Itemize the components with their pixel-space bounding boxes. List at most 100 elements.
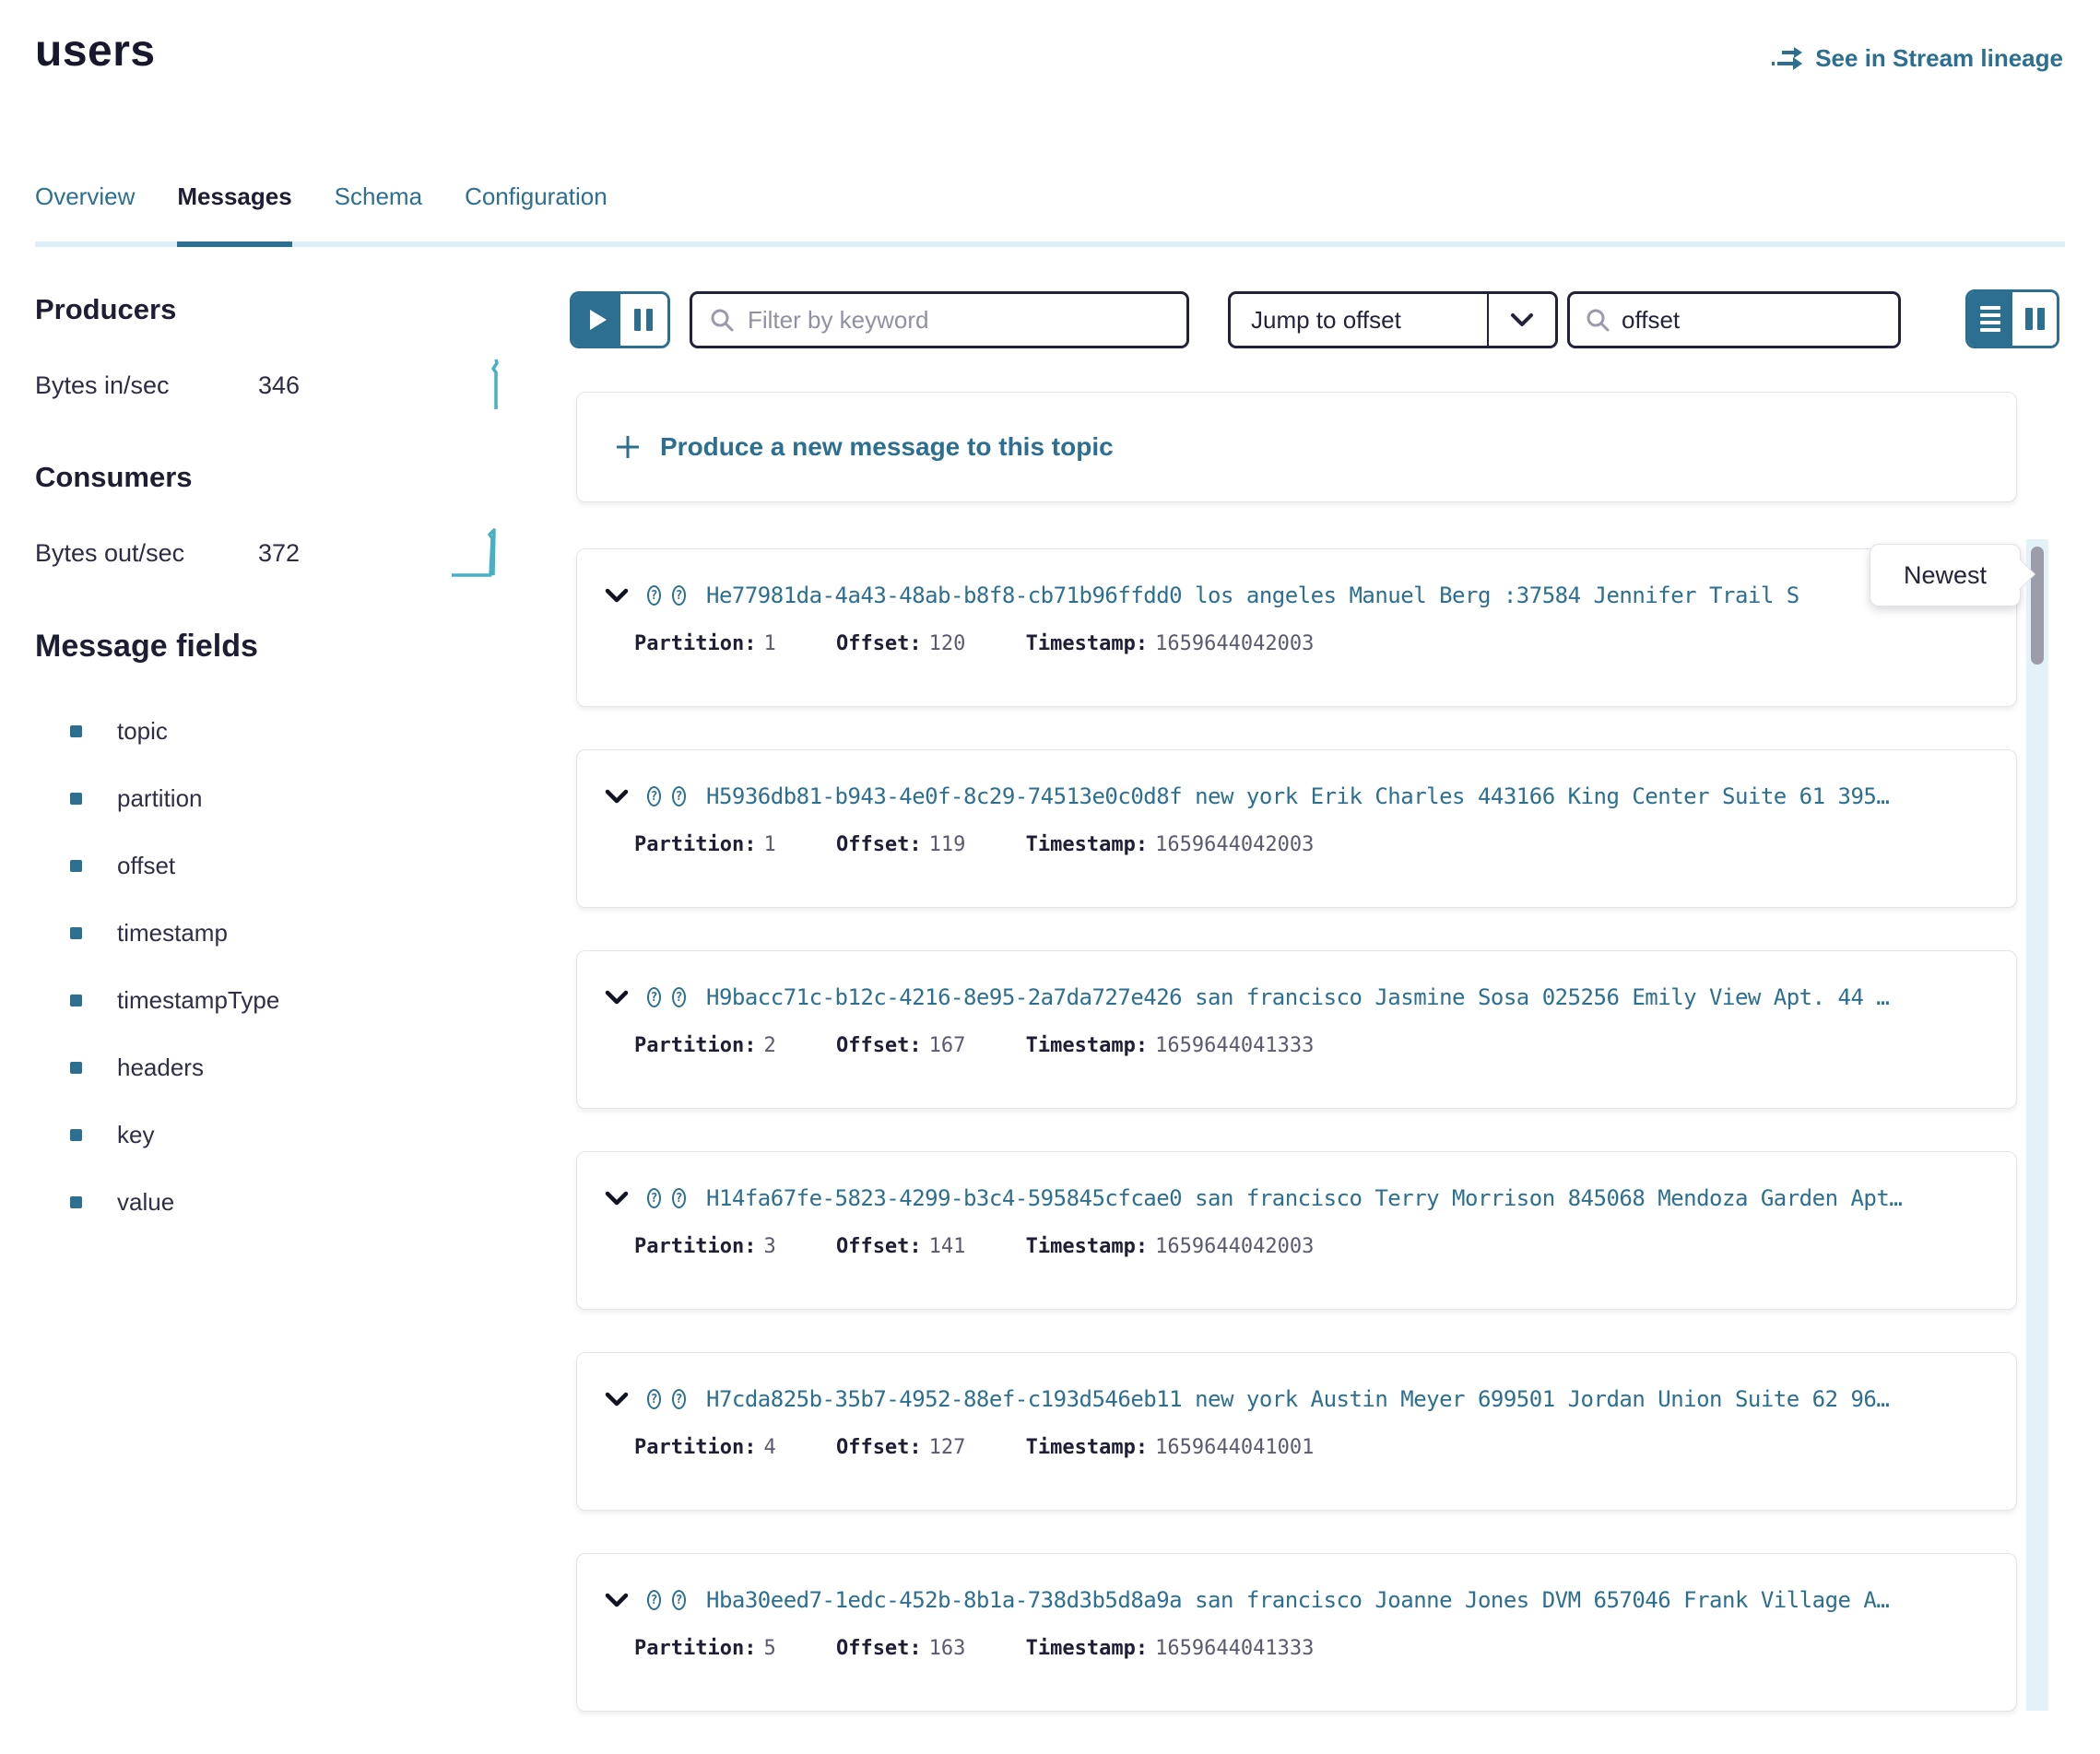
field-item-offset[interactable]: offset [35,832,533,900]
chevron-down-icon[interactable] [605,1593,629,1607]
consumers-heading: Consumers [35,461,533,494]
chevron-down-icon[interactable] [605,1392,629,1407]
field-item-partition[interactable]: partition [35,765,533,832]
messages-panel: Jump to offset [576,288,2017,1754]
field-label: topic [117,717,168,746]
tab-schema[interactable]: Schema [335,182,422,247]
field-item-key[interactable]: key [35,1101,533,1169]
consumers-metric-row: Bytes out/sec 372 [35,525,533,581]
chevron-down-icon[interactable] [605,1191,629,1206]
field-item-topic[interactable]: topic [35,698,533,765]
field-item-timestamp[interactable]: timestamp [35,900,533,967]
message-value-preview: H7cda825b-35b7-4952-88ef-c193d546eb11 ne… [706,1386,1889,1412]
unknown-char-icon: ? [647,987,661,1007]
sidebar: Producers Bytes in/sec 346 Consumers Byt… [35,293,533,1236]
column-view-icon [2037,308,2045,330]
partition-label: Partition: [634,1034,756,1057]
tab-configuration[interactable]: Configuration [465,182,608,247]
timestamp-value: 1659644042003 [1155,1235,1314,1258]
offset-value: 163 [929,1637,966,1660]
scrollbar-thumb[interactable] [2031,547,2044,665]
message-fields-heading: Message fields [35,629,533,665]
partition-value: 5 [763,1637,775,1660]
bytes-out-label: Bytes out/sec [35,539,258,568]
partition-label: Partition: [634,833,756,856]
partition-label: Partition: [634,1436,756,1459]
produce-message-label: Produce a new message to this topic [660,432,1114,462]
partition-value: 2 [763,1034,775,1057]
field-item-timestampType[interactable]: timestampType [35,967,533,1034]
messages-toolbar: Jump to offset [576,288,2017,347]
chevron-down-icon[interactable] [605,588,629,603]
unknown-char-icon: ? [672,1590,686,1610]
chevron-down-icon[interactable] [605,789,629,804]
timestamp-label: Timestamp: [1026,1637,1148,1660]
field-label: timestamp [117,919,228,948]
offset-label: Offset: [836,632,922,655]
column-view-button[interactable] [2012,292,2057,346]
filter-keyword-input[interactable] [748,306,1170,335]
message-card[interactable]: ? ? He77981da-4a43-48ab-b8f8-cb71b96ffdd… [576,548,2017,707]
message-value-preview: H5936db81-b943-4e0f-8c29-74513e0c0d8f ne… [706,783,1889,809]
message-card[interactable]: ? ? H7cda825b-35b7-4952-88ef-c193d546eb1… [576,1352,2017,1511]
jump-to-offset-select[interactable]: Jump to offset [1228,291,1558,348]
produce-message-button[interactable]: Produce a new message to this topic [576,392,2017,502]
chevron-down-icon[interactable] [605,990,629,1005]
unknown-char-icon: ? [647,1590,661,1610]
partition-value: 1 [763,632,775,655]
message-card[interactable]: ? ? H5936db81-b943-4e0f-8c29-74513e0c0d8… [576,749,2017,908]
message-meta: Partition:1 Offset:120 Timestamp:1659644… [634,632,1988,655]
timestamp-label: Timestamp: [1026,632,1148,655]
bullet-icon [70,1196,82,1208]
field-item-value[interactable]: value [35,1169,533,1236]
offset-label: Offset: [836,1235,922,1258]
pause-icon [646,309,653,331]
field-item-headers[interactable]: headers [35,1034,533,1101]
partition-label: Partition: [634,632,756,655]
partition-value: 4 [763,1436,775,1459]
bytes-out-value: 372 [258,539,406,568]
offset-search-wrapper [1567,291,1901,348]
stream-lineage-link[interactable]: See in Stream lineage [1771,44,2063,73]
message-card[interactable]: ? ? Hba30eed7-1edc-452b-8b1a-738d3b5d8a9… [576,1553,2017,1712]
search-icon [1585,307,1610,333]
offset-value: 119 [929,833,966,856]
list-view-icon [1980,313,2000,317]
column-view-icon [2025,308,2033,330]
tab-bar: Overview Messages Schema Configuration [35,182,2065,247]
message-list: ? ? He77981da-4a43-48ab-b8f8-cb71b96ffdd… [576,548,2017,1712]
message-value-preview: H9bacc71c-b12c-4216-8e95-2a7da727e426 sa… [706,984,1889,1010]
bytes-in-label: Bytes in/sec [35,371,258,400]
bytes-in-value: 346 [258,371,406,400]
play-button[interactable] [572,294,620,346]
newest-tooltip-label: Newest [1904,561,1987,590]
timestamp-label: Timestamp: [1026,1436,1148,1459]
newest-tooltip: Newest [1870,544,2021,606]
tab-overview[interactable]: Overview [35,182,135,247]
tab-messages[interactable]: Messages [177,182,291,247]
message-card[interactable]: ? ? H14fa67fe-5823-4299-b3c4-595845cfcae… [576,1151,2017,1310]
message-card[interactable]: ? ? H9bacc71c-b12c-4216-8e95-2a7da727e42… [576,950,2017,1109]
bullet-icon [70,927,82,939]
partition-label: Partition: [634,1235,756,1258]
play-icon [590,310,607,330]
unknown-char-icon: ? [647,786,661,806]
partition-label: Partition: [634,1637,756,1660]
timestamp-label: Timestamp: [1026,833,1148,856]
list-view-icon [1980,328,2000,332]
message-meta: Partition:1 Offset:119 Timestamp:1659644… [634,833,1988,856]
pause-icon [634,309,641,331]
pause-button[interactable] [620,294,668,346]
scrollbar-track[interactable] [2026,539,2048,1711]
producers-heading: Producers [35,293,533,326]
list-view-button[interactable] [1968,292,2012,346]
filter-input-wrapper [690,291,1189,348]
partition-value: 3 [763,1235,775,1258]
field-label: timestampType [117,986,279,1015]
message-value-preview: Hba30eed7-1edc-452b-8b1a-738d3b5d8a9a sa… [706,1587,1889,1613]
list-view-icon [1980,321,2000,324]
chevron-down-icon[interactable] [1487,294,1555,346]
search-icon [709,307,735,333]
unknown-char-icon: ? [672,786,686,806]
offset-search-input[interactable] [1622,306,1883,335]
